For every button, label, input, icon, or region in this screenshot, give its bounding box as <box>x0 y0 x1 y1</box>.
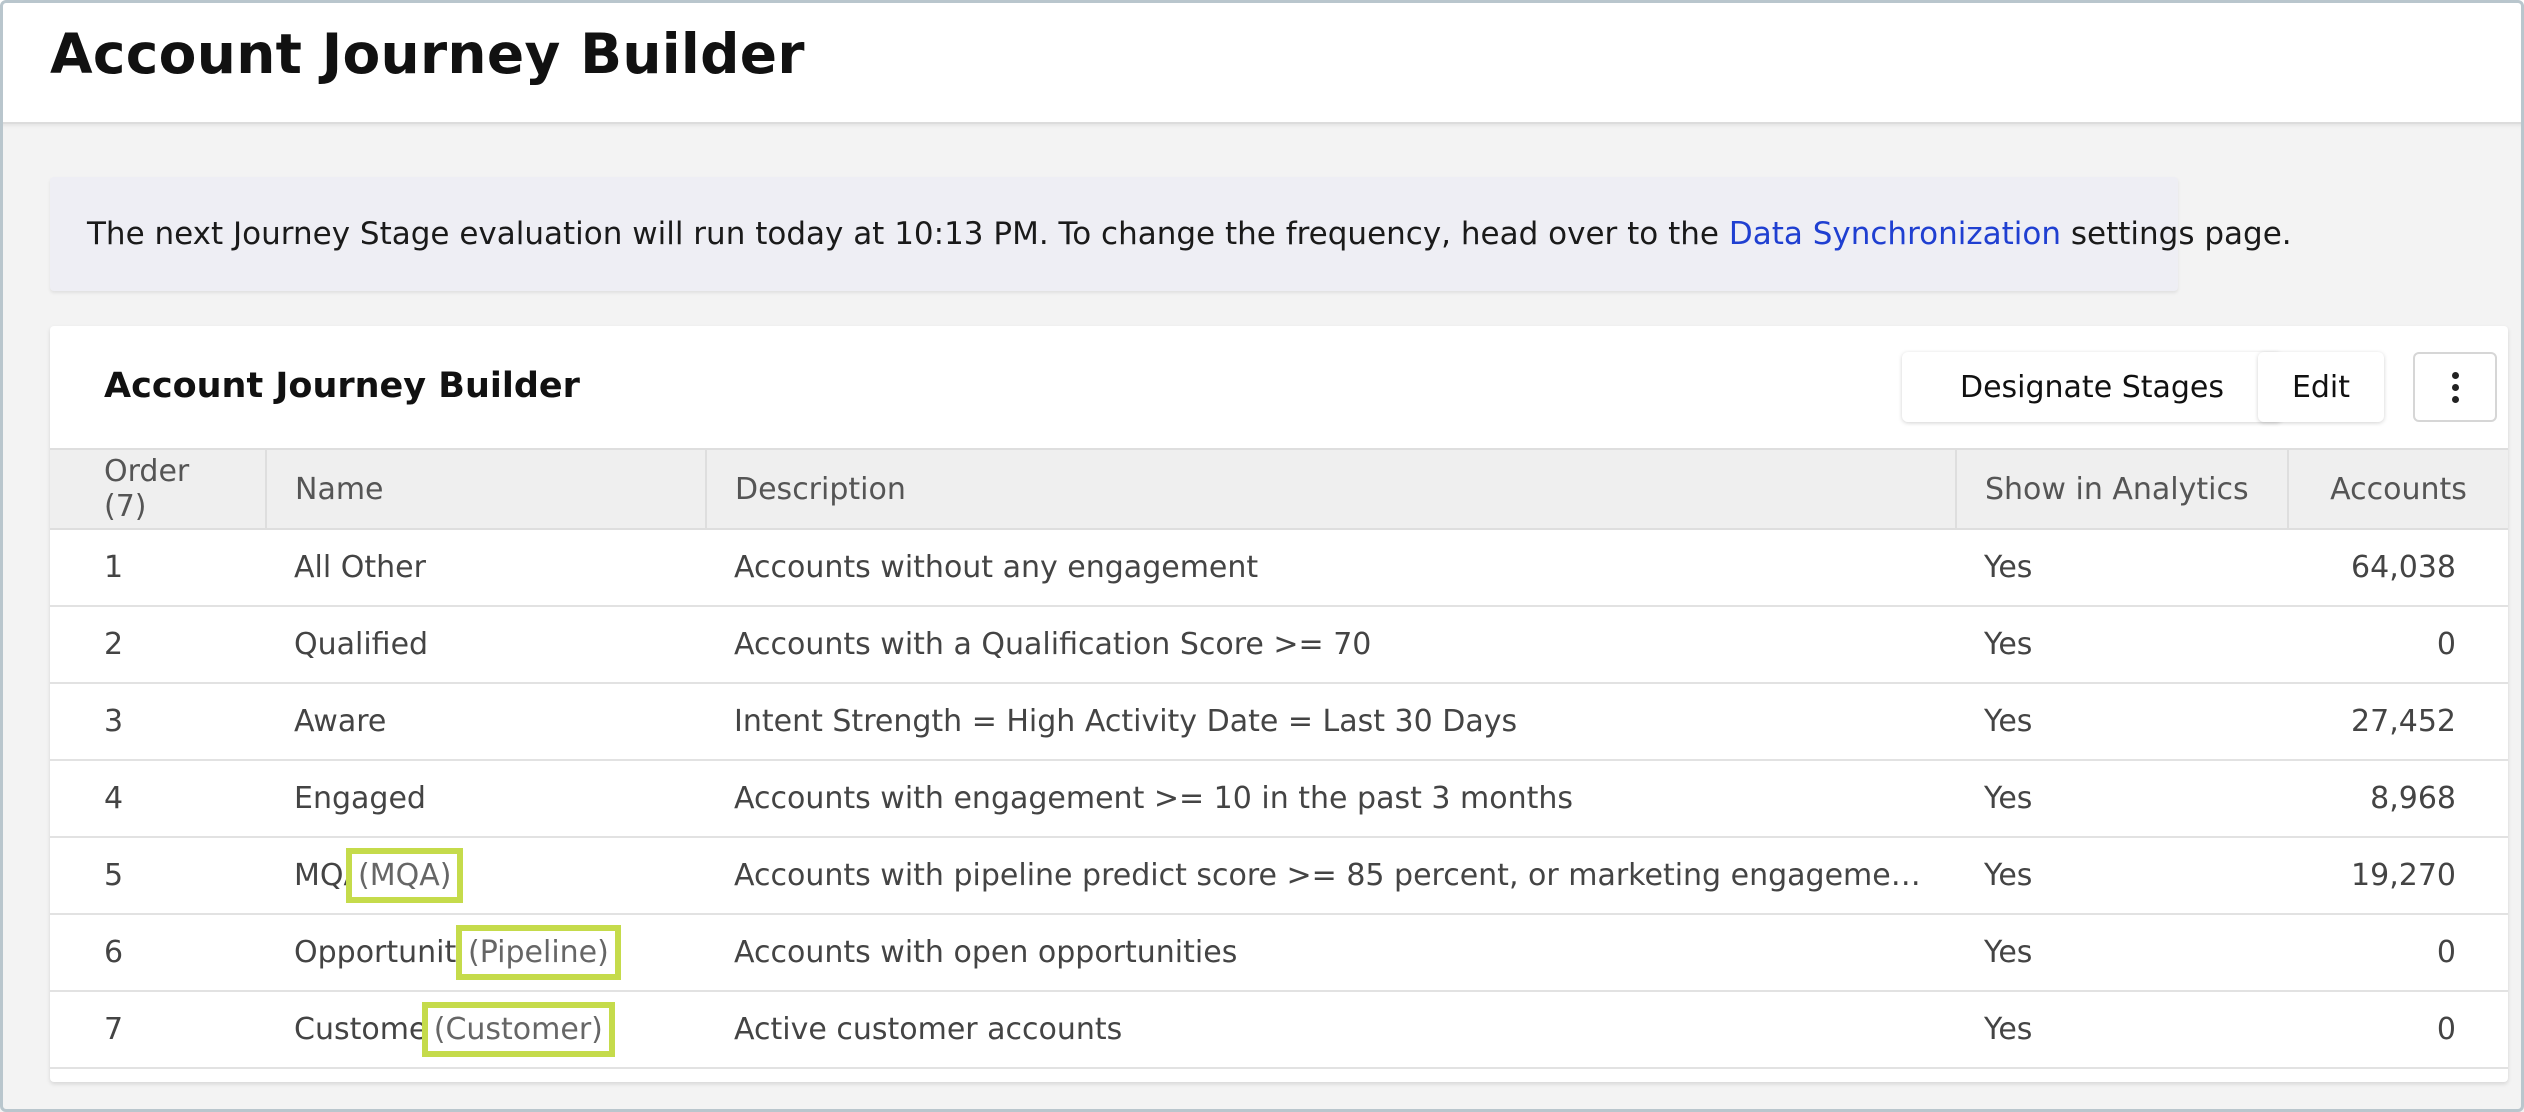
accounts-cell: 0 <box>2436 1012 2456 1047</box>
info-banner: The next Journey Stage evaluation will r… <box>50 177 2292 291</box>
stage-tag-highlight: (MQA) <box>346 848 464 903</box>
description-cell: Intent Strength = High Activity Date = L… <box>734 704 1518 739</box>
name-cell: Engaged <box>266 760 706 837</box>
order-cell: 6 <box>104 935 124 970</box>
table-row[interactable]: 7 Customer(Customer) Active customer accou… <box>50 991 2508 1068</box>
name-cell: All Other <box>266 529 706 606</box>
accounts-cell: 0 <box>2436 935 2456 970</box>
designate-stages-button[interactable]: Designate Stages <box>1902 352 2282 422</box>
description-cell: Accounts without any engagement <box>734 550 1259 585</box>
banner-text-end: settings page. <box>2061 216 2292 252</box>
stage-tag-highlight: (Pipeline) <box>456 925 621 980</box>
order-cell: 5 <box>104 858 124 893</box>
accounts-cell: 8,968 <box>2370 781 2456 816</box>
journey-stages-table: Order (7) Name Description Show in Analy… <box>50 448 2508 1069</box>
accounts-cell: 64,038 <box>2351 550 2456 585</box>
table-row[interactable]: 5 MQA(MQA) Accounts with pipeline predict … <box>50 837 2508 914</box>
stage-name: Qualified <box>294 627 429 662</box>
description-cell: Accounts with pipeline predict score >= … <box>734 858 1956 893</box>
description-cell: Accounts with engagement >= 10 in the pa… <box>734 781 1574 816</box>
stage-tag-highlight: (Customer) <box>421 1002 615 1057</box>
show-in-analytics-cell: Yes <box>1984 781 2033 816</box>
card-title: Account Journey Builder <box>104 366 580 406</box>
show-in-analytics-cell: Yes <box>1984 704 2033 739</box>
table-row[interactable]: 2 Qualified Accounts with a Qualification … <box>50 606 2508 683</box>
show-in-analytics-cell: Yes <box>1984 627 2033 662</box>
column-header-description[interactable]: Description <box>706 448 1957 530</box>
order-cell: 7 <box>104 1012 124 1047</box>
column-header-accounts[interactable]: Accounts <box>2288 448 2508 530</box>
table-row[interactable]: 1 All Other Accounts without any engagemen… <box>50 529 2508 606</box>
order-cell: 3 <box>104 704 124 739</box>
show-in-analytics-cell: Yes <box>1984 935 2033 970</box>
banner-text: The next Journey Stage evaluation will r… <box>87 216 1729 252</box>
data-synchronization-link[interactable]: Data Synchronization <box>1729 216 2061 252</box>
card-header: Account Journey Builder Designate Stages… <box>50 326 2508 448</box>
table-row[interactable]: 6 Opportunity(Pipeline) Accounts with open… <box>50 914 2508 991</box>
accounts-cell: 27,452 <box>2351 704 2456 739</box>
stage-name: Aware <box>294 704 387 739</box>
show-in-analytics-cell: Yes <box>1984 1012 2033 1047</box>
order-cell: 1 <box>104 550 124 585</box>
accounts-cell: 0 <box>2436 627 2456 662</box>
name-cell: Opportunity(Pipeline) <box>266 914 706 991</box>
stage-name: All Other <box>294 550 426 585</box>
name-cell: Qualified <box>266 606 706 683</box>
more-options-button[interactable] <box>2413 352 2497 422</box>
description-cell: Accounts with a Qualification Score >= 7… <box>734 627 1372 662</box>
journey-builder-card: Account Journey Builder Designate Stages… <box>50 326 2508 1082</box>
name-cell: Customer(Customer) <box>266 991 706 1068</box>
edit-button[interactable]: Edit <box>2258 352 2384 422</box>
stage-name: Customer <box>294 1012 440 1047</box>
column-header-show-in-analytics[interactable]: Show in Analytics <box>1956 448 2289 530</box>
order-cell: 4 <box>104 781 124 816</box>
description-cell: Active customer accounts <box>734 1012 1123 1047</box>
name-cell: MQA(MQA) <box>266 837 706 914</box>
order-cell: 2 <box>104 627 124 662</box>
table-row[interactable]: 4 Engaged Accounts with engagement >= 10 i… <box>50 760 2508 837</box>
column-header-order[interactable]: Order (7) <box>50 448 267 530</box>
column-header-name[interactable]: Name <box>266 448 707 530</box>
table-header-row: Order (7) Name Description Show in Analy… <box>50 448 2508 530</box>
show-in-analytics-cell: Yes <box>1984 550 2033 585</box>
stage-name: Opportunity <box>294 935 475 970</box>
top-bar: Account Journey Builder <box>0 0 2524 124</box>
stage-name: Engaged <box>294 781 426 816</box>
description-cell: Accounts with open opportunities <box>734 935 1238 970</box>
table-row[interactable]: 3 Aware Intent Strength = High Activity Da… <box>50 683 2508 760</box>
page-title: Account Journey Builder <box>50 22 805 86</box>
show-in-analytics-cell: Yes <box>1984 858 2033 893</box>
accounts-cell: 19,270 <box>2351 858 2456 893</box>
name-cell: Aware <box>266 683 706 760</box>
kebab-vertical-icon <box>2451 371 2459 403</box>
